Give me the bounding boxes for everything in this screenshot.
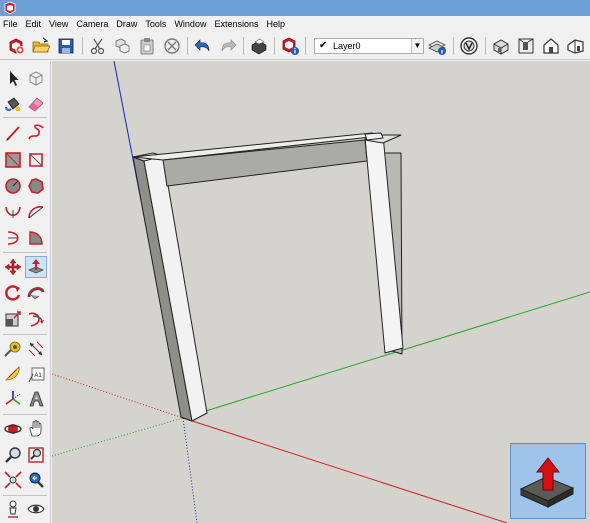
- protractor-icon[interactable]: [3, 364, 23, 384]
- push-pull-icon[interactable]: [25, 256, 47, 278]
- paste-icon[interactable]: [137, 36, 157, 56]
- rectangle-icon[interactable]: [3, 150, 23, 170]
- front-view-icon[interactable]: [541, 36, 561, 56]
- red-axis-negative: [52, 373, 184, 419]
- menu-tools[interactable]: Tools: [141, 16, 170, 32]
- model-info-icon[interactable]: [280, 36, 300, 56]
- pan-icon[interactable]: [26, 419, 46, 439]
- sketchup-logo-icon: [3, 1, 17, 15]
- copy-icon[interactable]: [112, 36, 132, 56]
- save-icon[interactable]: [56, 36, 76, 56]
- zoom-previous-icon[interactable]: [26, 470, 46, 490]
- current-layer-check-icon: ✔: [319, 40, 328, 51]
- instructor-panel[interactable]: [510, 443, 586, 519]
- freehand-icon[interactable]: [26, 123, 46, 143]
- text-tool-label: A1: [34, 373, 42, 379]
- toolbar-separator: [453, 37, 454, 55]
- select-icon[interactable]: [3, 68, 23, 88]
- zoom-extents-icon[interactable]: [3, 470, 23, 490]
- text-icon[interactable]: A1: [26, 364, 46, 384]
- make-component-icon[interactable]: [26, 68, 46, 88]
- green-axis-negative: [52, 417, 184, 457]
- look-around-icon[interactable]: [26, 499, 46, 519]
- toolbar-separator: [305, 37, 306, 55]
- scale-icon[interactable]: [3, 309, 23, 329]
- title-bar: [0, 0, 590, 16]
- dimension-icon[interactable]: [26, 339, 46, 359]
- zoom-window-icon[interactable]: [26, 445, 46, 465]
- erase-icon[interactable]: [162, 36, 182, 56]
- eraser-icon[interactable]: [26, 94, 46, 114]
- tape-measure-icon[interactable]: [3, 339, 23, 359]
- main-toolbar: ✔ Layer0 ▼: [0, 32, 590, 60]
- palette-divider: [3, 334, 47, 335]
- print-icon[interactable]: [249, 36, 269, 56]
- menu-bar: File Edit View Camera Draw Tools Window …: [0, 16, 590, 32]
- zoom-icon[interactable]: [3, 445, 23, 465]
- undo-icon[interactable]: [193, 36, 213, 56]
- chevron-down-icon[interactable]: ▼: [411, 39, 423, 53]
- paint-bucket-icon[interactable]: [3, 94, 23, 114]
- palette-divider: [3, 252, 47, 253]
- menu-camera[interactable]: Camera: [72, 16, 112, 32]
- tool-palette: A1: [0, 61, 51, 523]
- menu-help[interactable]: Help: [262, 16, 289, 32]
- open-folder-icon[interactable]: [31, 36, 51, 56]
- position-camera-icon[interactable]: [3, 499, 23, 519]
- sketchup-window: File Edit View Camera Draw Tools Window …: [0, 0, 590, 523]
- styles-icon[interactable]: [459, 36, 479, 56]
- new-file-icon[interactable]: [6, 36, 26, 56]
- toolbar-separator: [485, 37, 486, 55]
- rotated-rectangle-icon[interactable]: [26, 150, 46, 170]
- palette-divider: [3, 414, 47, 415]
- frame-object[interactable]: [132, 132, 404, 422]
- cut-icon[interactable]: [88, 36, 108, 56]
- orbit-icon[interactable]: [3, 419, 23, 439]
- palette-divider: [3, 495, 47, 496]
- toolbar-separator: [274, 37, 275, 55]
- top-view-icon[interactable]: [516, 36, 536, 56]
- red-axis-positive: [182, 417, 508, 523]
- palette-divider: [3, 117, 47, 118]
- iso-view-icon[interactable]: [491, 36, 511, 56]
- circle-icon[interactable]: [3, 176, 23, 196]
- axes-icon[interactable]: [3, 389, 23, 409]
- push-pull-instructor-icon: [519, 457, 575, 508]
- menu-window[interactable]: Window: [170, 16, 210, 32]
- offset-icon[interactable]: [26, 309, 46, 329]
- move-icon[interactable]: [3, 257, 23, 277]
- blue-axis-negative: [182, 417, 198, 523]
- arc-icon[interactable]: [3, 202, 23, 222]
- layer-manager-icon[interactable]: [427, 36, 447, 56]
- menu-draw[interactable]: Draw: [112, 16, 141, 32]
- menu-extensions[interactable]: Extensions: [210, 16, 262, 32]
- right-view-icon[interactable]: [566, 36, 586, 56]
- toolbar-separator: [187, 37, 188, 55]
- 3d-text-icon[interactable]: [26, 389, 46, 409]
- two-point-arc-icon[interactable]: [26, 202, 46, 222]
- toolbar-separator: [82, 37, 83, 55]
- menu-file[interactable]: File: [0, 16, 22, 32]
- line-icon[interactable]: [3, 123, 23, 143]
- polygon-icon[interactable]: [26, 176, 46, 196]
- toolbar-separator: [243, 37, 244, 55]
- redo-icon[interactable]: [218, 36, 238, 56]
- menu-view[interactable]: View: [45, 16, 72, 32]
- follow-me-icon[interactable]: [26, 283, 46, 303]
- rotate-icon[interactable]: [3, 283, 23, 303]
- menu-edit[interactable]: Edit: [22, 16, 46, 32]
- current-layer-name: Layer0: [333, 41, 361, 51]
- layer-dropdown[interactable]: ✔ Layer0 ▼: [314, 38, 424, 54]
- pie-icon[interactable]: [26, 228, 46, 248]
- three-point-arc-icon[interactable]: [3, 228, 23, 248]
